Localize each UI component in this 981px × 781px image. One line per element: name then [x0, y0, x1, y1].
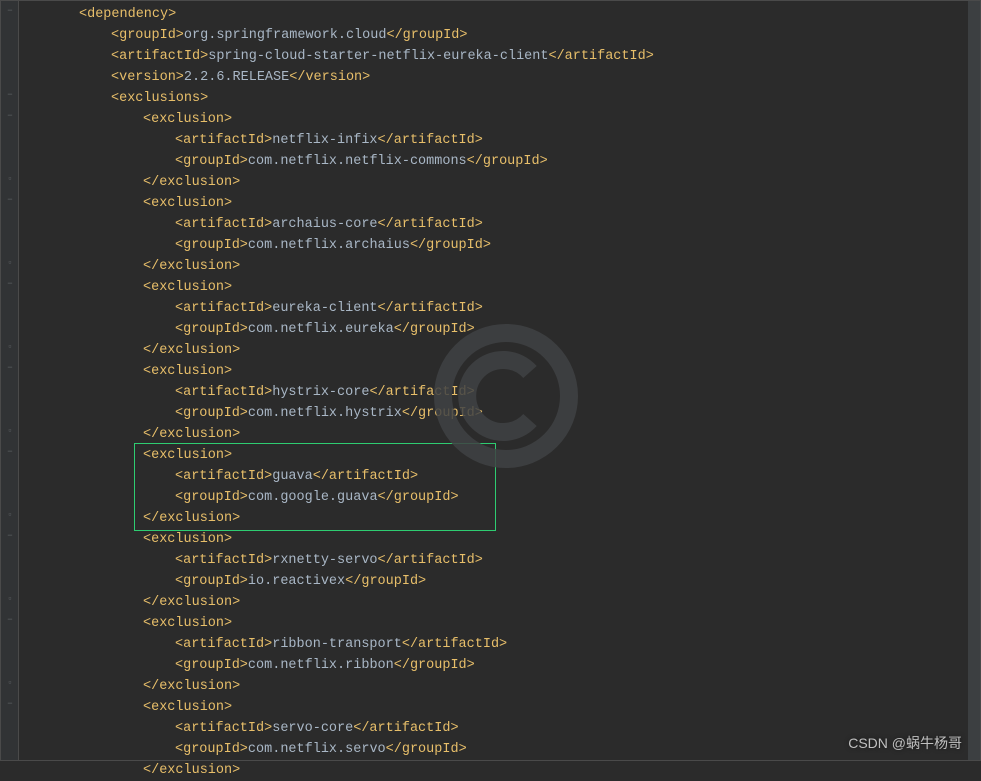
exclusion-artifactId-2: <artifactId>eureka-client</artifactId> — [19, 298, 968, 319]
tag-exclusion-close-6: </exclusion> — [19, 676, 968, 697]
fold-marker[interactable]: ▫ — [6, 595, 14, 603]
tag-exclusion-close-2: </exclusion> — [19, 340, 968, 361]
exclusion-artifactId-1: <artifactId>archaius-core</artifactId> — [19, 214, 968, 235]
exclusion-groupId-2: <groupId>com.netflix.eureka</groupId> — [19, 319, 968, 340]
fold-marker[interactable]: − — [6, 280, 14, 288]
tag-exclusion-close-3: </exclusion> — [19, 424, 968, 445]
tag-exclusion-close-4: </exclusion> — [19, 508, 968, 529]
tag-exclusion-open-3: <exclusion> — [19, 361, 968, 382]
exclusion-groupId-5: <groupId>io.reactivex</groupId> — [19, 571, 968, 592]
tag-exclusion-open-1: <exclusion> — [19, 193, 968, 214]
exclusion-groupId-0: <groupId>com.netflix.netflix-commons</gr… — [19, 151, 968, 172]
exclusion-groupId-7: <groupId>com.netflix.servo</groupId> — [19, 739, 968, 760]
fold-marker[interactable]: − — [6, 364, 14, 372]
fold-marker[interactable]: ▫ — [6, 679, 14, 687]
fold-marker[interactable]: ▫ — [6, 343, 14, 351]
dep-version: <version>2.2.6.RELEASE</version> — [19, 67, 968, 88]
tag-exclusion-open-5: <exclusion> — [19, 529, 968, 550]
fold-marker[interactable]: − — [6, 448, 14, 456]
vertical-scrollbar[interactable] — [968, 1, 980, 760]
fold-marker[interactable]: − — [6, 112, 14, 120]
exclusion-artifactId-5: <artifactId>rxnetty-servo</artifactId> — [19, 550, 968, 571]
exclusion-artifactId-4: <artifactId>guava</artifactId> — [19, 466, 968, 487]
fold-marker[interactable]: − — [6, 91, 14, 99]
exclusion-artifactId-6: <artifactId>ribbon-transport</artifactId… — [19, 634, 968, 655]
gutter: − − − ▫ − ▫ − ▫ − ▫ − ▫ − ▫ − ▫ − — [1, 1, 19, 760]
fold-marker[interactable]: − — [6, 700, 14, 708]
exclusion-artifactId-0: <artifactId>netflix-infix</artifactId> — [19, 130, 968, 151]
fold-marker[interactable]: − — [6, 616, 14, 624]
tag-exclusions: <exclusions> — [19, 88, 968, 109]
csdn-attribution: CSDN @蜗牛杨哥 — [848, 733, 962, 754]
fold-marker[interactable]: ▫ — [6, 175, 14, 183]
tag-exclusion-open-7: <exclusion> — [19, 697, 968, 718]
fold-marker[interactable]: ▫ — [6, 259, 14, 267]
fold-marker[interactable]: ▫ — [6, 427, 14, 435]
fold-marker[interactable]: ▫ — [6, 511, 14, 519]
exclusion-artifactId-3: <artifactId>hystrix-core</artifactId> — [19, 382, 968, 403]
tag-exclusion-open-4: <exclusion> — [19, 445, 968, 466]
dep-groupId: <groupId>org.springframework.cloud</grou… — [19, 25, 968, 46]
exclusion-groupId-4: <groupId>com.google.guava</groupId> — [19, 487, 968, 508]
exclusion-groupId-6: <groupId>com.netflix.ribbon</groupId> — [19, 655, 968, 676]
tag-exclusion-close-0: </exclusion> — [19, 172, 968, 193]
tag-exclusion-close-7: </exclusion> — [19, 760, 968, 781]
code-editor[interactable]: − − − ▫ − ▫ − ▫ − ▫ − ▫ − ▫ − ▫ − <depen… — [0, 0, 981, 761]
tag-exclusion-open-0: <exclusion> — [19, 109, 968, 130]
fold-marker[interactable]: − — [6, 196, 14, 204]
tag-exclusion-open-2: <exclusion> — [19, 277, 968, 298]
tag-exclusion-close-5: </exclusion> — [19, 592, 968, 613]
exclusion-groupId-3: <groupId>com.netflix.hystrix</groupId> — [19, 403, 968, 424]
exclusion-groupId-1: <groupId>com.netflix.archaius</groupId> — [19, 235, 968, 256]
fold-marker[interactable]: − — [6, 7, 14, 15]
fold-marker[interactable]: − — [6, 532, 14, 540]
tag-exclusion-close-1: </exclusion> — [19, 256, 968, 277]
exclusion-artifactId-7: <artifactId>servo-core</artifactId> — [19, 718, 968, 739]
tag-exclusion-open-6: <exclusion> — [19, 613, 968, 634]
tag-dependency: <dependency> — [19, 4, 968, 25]
code-area[interactable]: <dependency><groupId>org.springframework… — [19, 1, 968, 760]
dep-artifactId: <artifactId>spring-cloud-starter-netflix… — [19, 46, 968, 67]
